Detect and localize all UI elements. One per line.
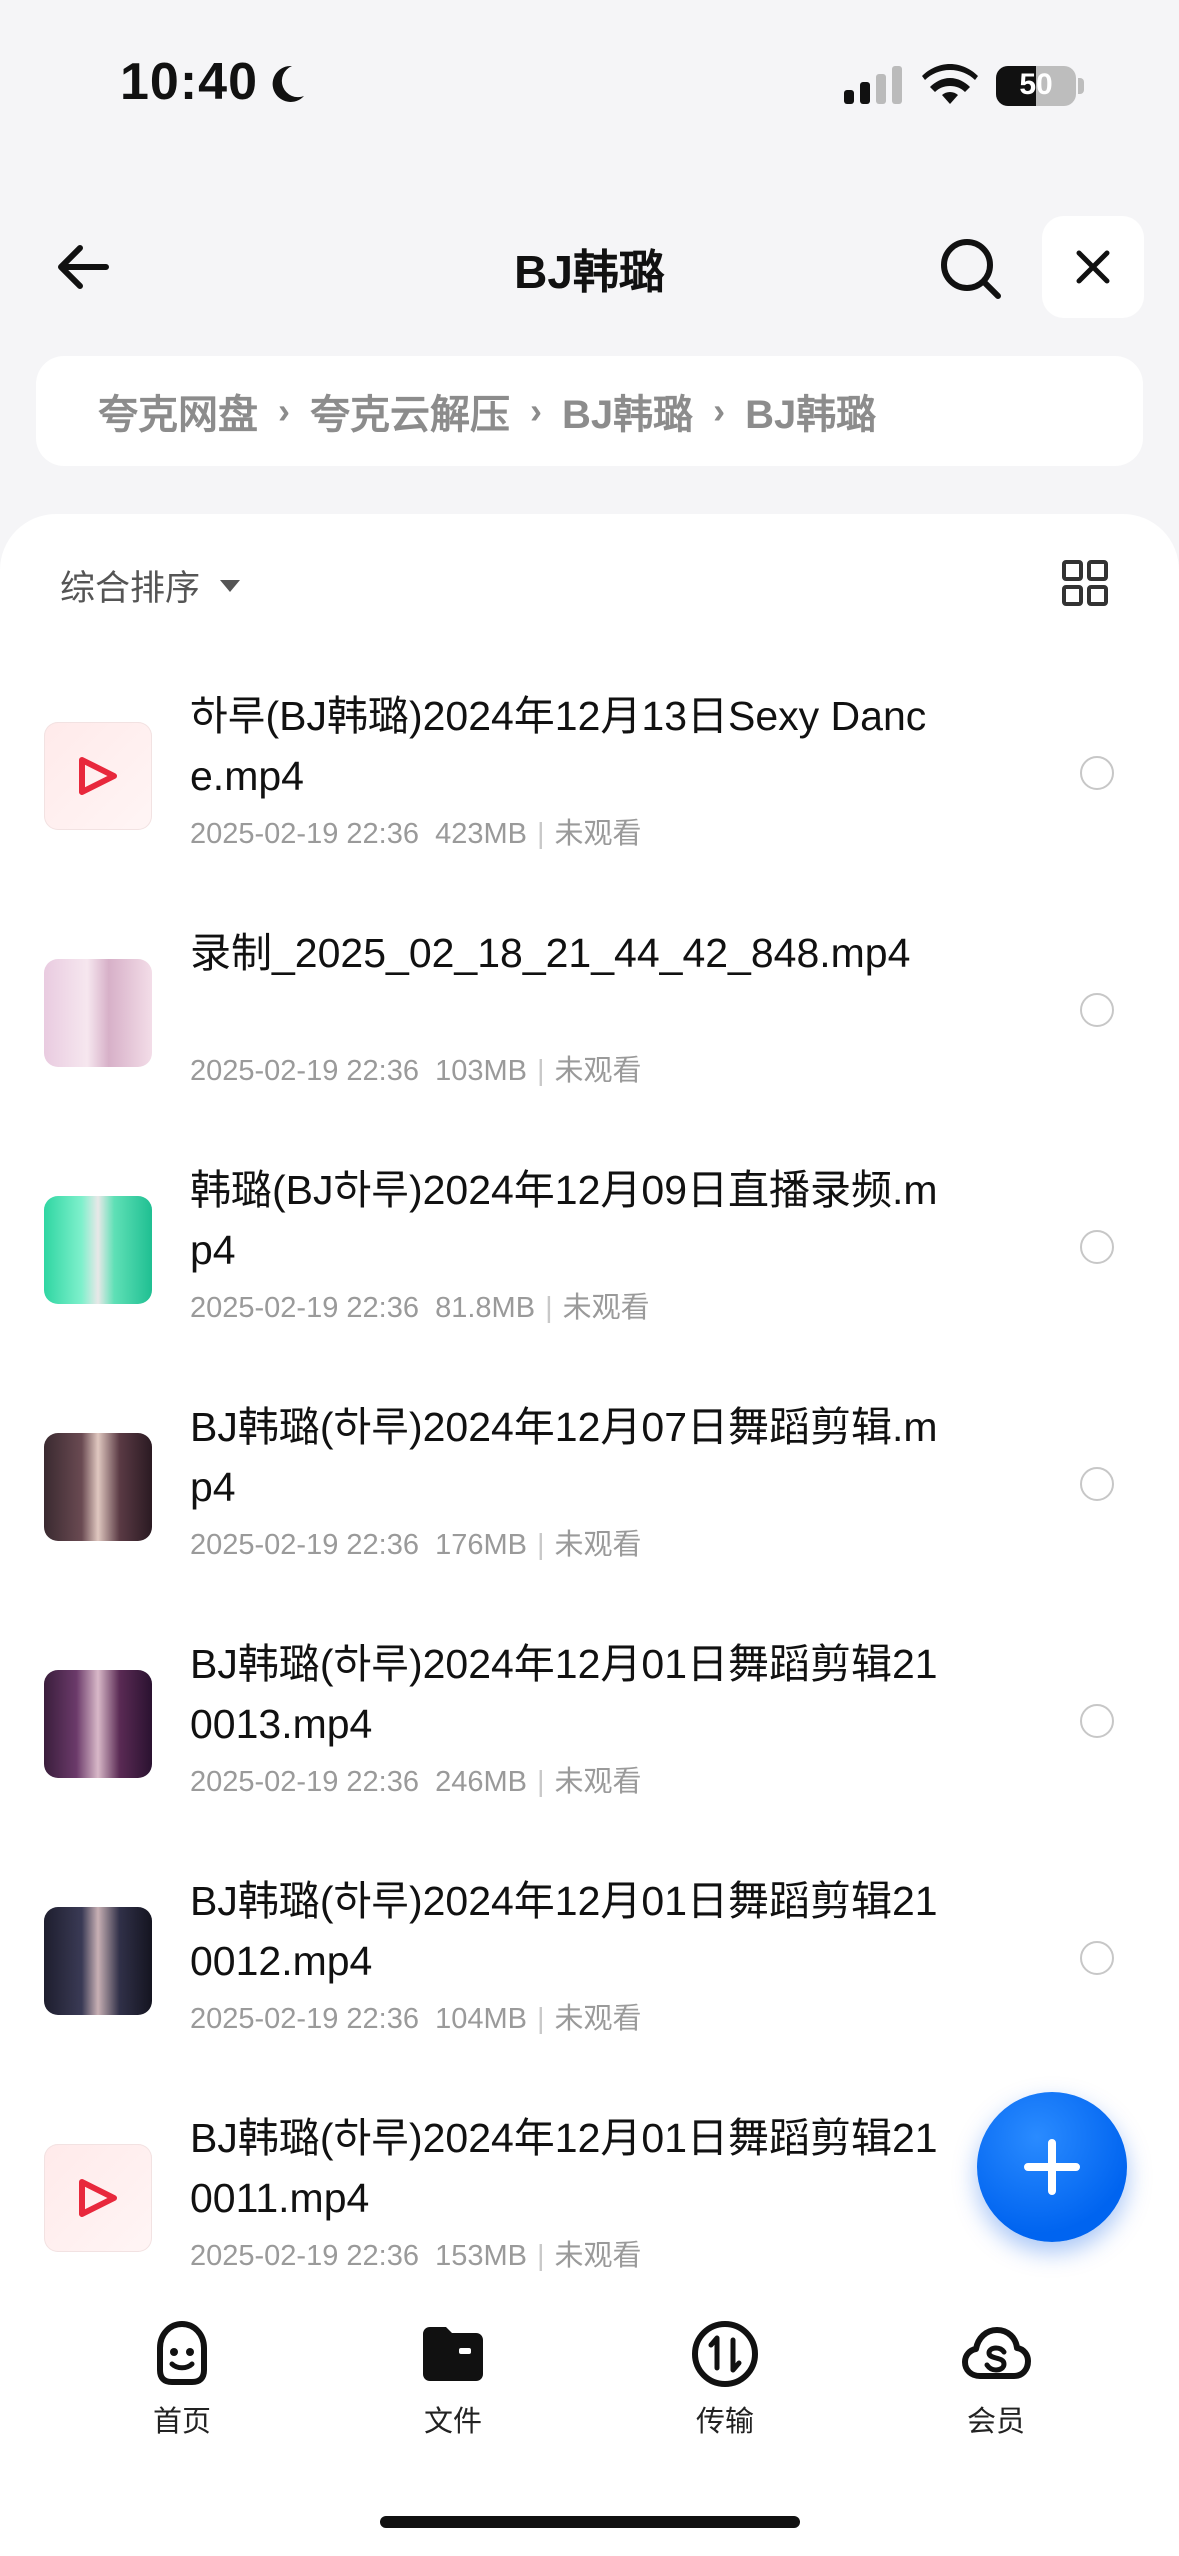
- list-item[interactable]: BJ韩璐(하루)2024年12月01日舞蹈剪辑210012.mp4 2025-0…: [0, 1849, 1179, 2086]
- file-name: 韩璐(BJ하루)2024年12月09日直播录频.mp4: [190, 1167, 938, 1273]
- nav-item-home[interactable]: 首页: [92, 2318, 272, 2440]
- chevron-right-icon: ›: [713, 390, 726, 431]
- video-thumbnail: [44, 1907, 152, 2015]
- file-name: BJ韩璐(하루)2024年12月07日舞蹈剪辑.mp4: [190, 1404, 938, 1510]
- select-checkbox[interactable]: [1080, 993, 1114, 1027]
- search-icon[interactable]: [936, 234, 1006, 304]
- video-thumbnail: [44, 1433, 152, 1541]
- nav-label: 文件: [423, 2406, 482, 2438]
- file-meta: 2025-02-19 22:36 104MB | 未观看: [190, 2003, 642, 2035]
- select-checkbox[interactable]: [1080, 1230, 1114, 1264]
- list-item[interactable]: BJ韩璐(하루)2024年12月07日舞蹈剪辑.mp4 2025-02-19 2…: [0, 1375, 1179, 1612]
- close-button[interactable]: [1042, 216, 1144, 318]
- breadcrumb-item[interactable]: BJ韩璐: [562, 382, 693, 440]
- file-meta: 2025-02-19 22:36 176MB | 未观看: [190, 1529, 642, 1561]
- nav-label: 传输: [695, 2406, 754, 2438]
- select-checkbox[interactable]: [1080, 756, 1114, 790]
- bottom-nav: 首页 文件 传输 会员: [0, 2300, 1179, 2460]
- nav-item-membership[interactable]: 会员: [906, 2318, 1086, 2440]
- grid-view-icon[interactable]: [1062, 560, 1108, 606]
- close-icon: [1076, 250, 1110, 284]
- breadcrumb-item[interactable]: 夸克云解压: [310, 382, 510, 440]
- file-meta: 2025-02-19 22:36 81.8MB | 未观看: [190, 1292, 650, 1324]
- video-file-icon: [44, 2144, 152, 2252]
- nav-item-transfer[interactable]: 传输: [635, 2318, 815, 2440]
- breadcrumb: 夸克网盘 › 夸克云解压 › BJ韩璐 › BJ韩璐: [36, 356, 1143, 466]
- transfer-icon: [692, 2321, 758, 2387]
- file-name: BJ韩璐(하루)2024年12月01日舞蹈剪辑210011.mp4: [190, 2115, 938, 2221]
- nav-label: 会员: [966, 2406, 1025, 2438]
- file-name: BJ韩璐(하루)2024年12月01日舞蹈剪辑210013.mp4: [190, 1641, 938, 1747]
- cloud-s-icon: [962, 2327, 1031, 2379]
- folder-icon: [423, 2327, 483, 2381]
- select-checkbox[interactable]: [1080, 1941, 1114, 1975]
- add-button[interactable]: [977, 2092, 1127, 2242]
- chevron-right-icon: ›: [530, 390, 542, 431]
- breadcrumb-item[interactable]: 夸克网盘: [98, 382, 258, 440]
- sort-dropdown[interactable]: 综合排序: [60, 560, 241, 611]
- nav-label: 首页: [152, 2406, 211, 2438]
- status-bar: 10:40 50: [0, 0, 1179, 170]
- file-name: BJ韩璐(하루)2024年12月01日舞蹈剪辑210012.mp4: [190, 1878, 938, 1984]
- video-thumbnail: [44, 959, 152, 1067]
- file-name: 하루(BJ韩璐)2024年12月13日Sexy Dance.mp4: [190, 693, 927, 799]
- video-thumbnail: [44, 1196, 152, 1304]
- file-meta: 2025-02-19 22:36 246MB | 未观看: [190, 1766, 642, 1798]
- wifi-icon: [922, 64, 978, 104]
- status-time: 10:40: [120, 53, 258, 111]
- breadcrumb-item[interactable]: BJ韩璐: [745, 382, 876, 440]
- file-meta: 2025-02-19 22:36 103MB | 未观看: [190, 1055, 642, 1087]
- select-checkbox[interactable]: [1080, 1704, 1114, 1738]
- video-thumbnail: [44, 1670, 152, 1778]
- list-item[interactable]: 하루(BJ韩璐)2024年12月13日Sexy Dance.mp4 2025-0…: [0, 664, 1179, 901]
- moon-icon: [272, 65, 304, 102]
- file-name: 录制_2025_02_18_21_44_42_848.mp4: [190, 930, 911, 976]
- select-checkbox[interactable]: [1080, 1467, 1114, 1501]
- smile-icon: [157, 2321, 207, 2385]
- file-list-panel: 综合排序 하루(BJ韩璐)2024年12月13日Sexy Dance.mp4 2…: [0, 514, 1179, 2556]
- file-meta: 2025-02-19 22:36 423MB | 未观看: [190, 818, 642, 850]
- signal-icon: [844, 66, 902, 104]
- home-indicator: [380, 2516, 800, 2528]
- list-item[interactable]: 录制_2025_02_18_21_44_42_848.mp4 2025-02-1…: [0, 901, 1179, 1138]
- battery-icon: 50: [996, 66, 1076, 106]
- video-file-icon: [44, 722, 152, 830]
- caret-down-icon: [220, 579, 241, 592]
- nav-item-files[interactable]: 文件: [363, 2318, 543, 2440]
- list-item[interactable]: 韩璐(BJ하루)2024年12月09日直播录频.mp4 2025-02-19 2…: [0, 1138, 1179, 1375]
- plus-icon: [1024, 2139, 1080, 2195]
- chevron-right-icon: ›: [278, 390, 290, 431]
- sort-label: 综合排序: [60, 569, 201, 608]
- battery-level: 50: [1019, 68, 1053, 101]
- file-meta: 2025-02-19 22:36 153MB | 未观看: [190, 2240, 642, 2272]
- list-item[interactable]: BJ韩璐(하루)2024年12月01日舞蹈剪辑210013.mp4 2025-0…: [0, 1612, 1179, 1849]
